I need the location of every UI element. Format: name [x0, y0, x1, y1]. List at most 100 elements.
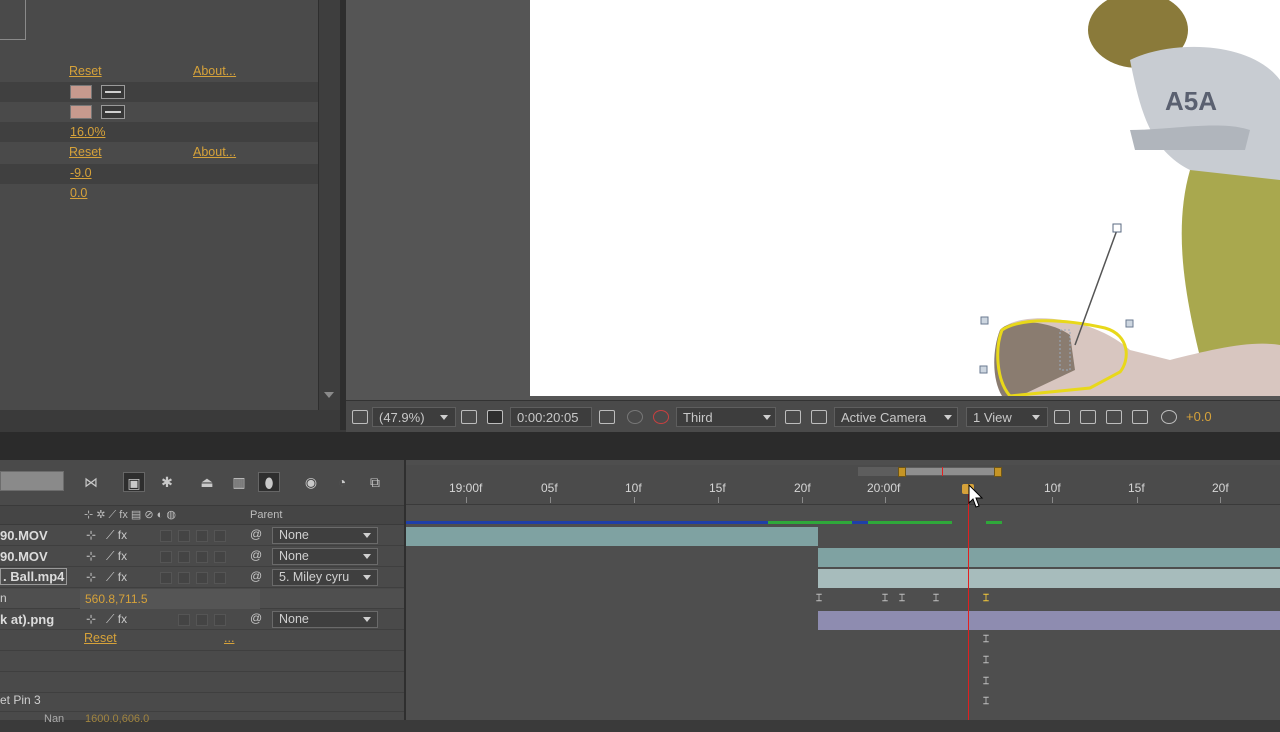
pin-handle-icon[interactable] [980, 316, 989, 325]
layer-duration-bar[interactable] [818, 569, 1280, 588]
switch-box[interactable] [214, 530, 226, 542]
panel-scrollbar[interactable] [318, 0, 340, 410]
pick-whip-icon[interactable]: @ [250, 548, 262, 562]
work-area-bar[interactable] [902, 468, 998, 475]
scroll-down-icon[interactable] [324, 392, 334, 398]
motion-blur-icon[interactable]: ▥ [228, 472, 250, 492]
pin-handle-icon[interactable] [979, 365, 988, 374]
graph-editor-icon[interactable]: ⧉ [364, 472, 386, 492]
graph-editor-toggle-icon[interactable]: ◔ [331, 472, 353, 492]
auto-keyframe-icon[interactable]: ◉ [300, 472, 322, 492]
title-safe-icon[interactable] [461, 410, 477, 424]
switch-box[interactable] [178, 572, 190, 584]
parent-dropdown[interactable]: None [272, 527, 378, 544]
timecode-field[interactable]: 0:00:20:05 [510, 407, 592, 427]
eyedropper-icon[interactable] [101, 85, 125, 99]
switch-box[interactable] [196, 530, 208, 542]
show-snapshot-icon[interactable] [627, 410, 643, 424]
snapshot-icon[interactable] [599, 410, 615, 424]
pick-whip-icon[interactable]: @ [250, 569, 262, 583]
switch-box[interactable] [214, 572, 226, 584]
resolution-dropdown[interactable]: Third [676, 407, 776, 427]
layer-row[interactable]: . Ball.mp4 ⊹ ⟋ fx @ 5. Miley cyru [0, 568, 404, 588]
switch-box[interactable] [214, 551, 226, 563]
timeline-icon[interactable] [1106, 410, 1122, 424]
work-area-end-handle[interactable] [994, 467, 1002, 477]
keyframe-icon[interactable]: ⌶ [982, 634, 990, 645]
reset-link[interactable]: Reset [84, 631, 117, 645]
switch-box[interactable] [196, 614, 208, 626]
camera-dropdown[interactable]: Active Camera [834, 407, 958, 427]
reset-exposure-icon[interactable] [1161, 410, 1177, 424]
layer-switches[interactable]: ⊹ ⟋ fx [86, 612, 127, 627]
layer-name[interactable]: k at).png [0, 612, 54, 627]
reset-link[interactable]: Reset [69, 64, 102, 78]
property-value[interactable]: 560.8,711.5 [85, 592, 148, 606]
pick-whip-icon[interactable]: @ [250, 611, 262, 625]
switch-box[interactable] [178, 614, 190, 626]
work-area-start-handle[interactable] [898, 467, 906, 477]
layer-name[interactable]: . Ball.mp4 [0, 568, 68, 585]
value-a[interactable]: -9.0 [70, 166, 92, 180]
color-swatch[interactable] [70, 85, 92, 99]
reset-link[interactable]: Reset [69, 145, 102, 159]
composition-canvas[interactable]: A5A [530, 0, 1280, 396]
timeline-search-input[interactable] [0, 471, 64, 491]
keyframe-icon[interactable]: ⌶ [881, 593, 889, 604]
switch-box[interactable] [196, 572, 208, 584]
mask-visibility-icon[interactable] [487, 410, 503, 424]
toggle-pixel-aspect-icon[interactable] [1054, 410, 1070, 424]
pick-whip-icon[interactable]: @ [250, 527, 262, 541]
layer-row[interactable]: k at).png ⊹ ⟋ fx @ None [0, 610, 404, 630]
always-preview-icon[interactable] [352, 410, 368, 424]
more-link[interactable]: ... [224, 631, 234, 645]
keyframe-icon[interactable]: ⌶ [898, 593, 906, 604]
time-ruler[interactable] [406, 465, 1280, 505]
switch-box[interactable] [214, 614, 226, 626]
keyframe-icon[interactable]: ⌶ [982, 655, 990, 666]
switch-box[interactable] [178, 551, 190, 563]
layer-duration-bar[interactable] [406, 527, 818, 546]
about-link[interactable]: About... [193, 64, 236, 78]
parent-dropdown[interactable]: None [272, 548, 378, 565]
layer-duration-bar[interactable] [818, 548, 1280, 567]
switch-box[interactable] [178, 530, 190, 542]
composition-mini-flowchart-icon[interactable]: ⋈ [80, 472, 102, 492]
flowchart-icon[interactable] [1132, 410, 1148, 424]
keyframe-icon[interactable]: ⌶ [815, 593, 823, 604]
puppet-pin-name[interactable]: et Pin 3 [0, 693, 41, 707]
layer-row[interactable]: 90.MOV ⊹ ⟋ fx @ None [0, 526, 404, 546]
hide-shy-icon[interactable]: ✱ [156, 472, 178, 492]
layer-switches[interactable]: ⊹ ⟋ fx [86, 528, 127, 543]
transparency-grid-icon[interactable] [811, 410, 827, 424]
puppet-pin-row[interactable]: et Pin 3 [0, 692, 404, 712]
keyframe-icon[interactable]: ⌶ [982, 676, 990, 687]
value-b[interactable]: 0.0 [70, 186, 87, 200]
keyframe-icon[interactable]: ⌶ [982, 696, 990, 707]
region-of-interest-icon[interactable] [785, 410, 801, 424]
current-time-indicator[interactable] [968, 490, 969, 720]
frame-blending-icon[interactable]: ⏏ [196, 472, 218, 492]
about-link[interactable]: About... [193, 145, 236, 159]
color-channels-icon[interactable] [653, 410, 669, 424]
layer-name[interactable]: 90.MOV [0, 549, 48, 564]
switch-box[interactable] [160, 551, 172, 563]
layer-switches[interactable]: ⊹ ⟋ fx [86, 570, 127, 585]
parent-dropdown[interactable]: None [272, 611, 378, 628]
color-swatch[interactable] [70, 105, 92, 119]
layer-name[interactable]: 90.MOV [0, 528, 48, 543]
layer-row[interactable]: 90.MOV ⊹ ⟋ fx @ None [0, 547, 404, 567]
pin-handle-icon[interactable] [1125, 319, 1134, 328]
switch-box[interactable] [160, 572, 172, 584]
layer-duration-bar[interactable] [818, 611, 1280, 630]
exposure-value[interactable]: +0.0 [1186, 407, 1212, 427]
brainstorm-icon[interactable]: ⬮ [258, 472, 280, 492]
switch-box[interactable] [160, 530, 172, 542]
keyframe-icon[interactable]: ⌶ [932, 593, 940, 604]
pin-handle-icon[interactable] [1112, 223, 1122, 233]
switch-box[interactable] [196, 551, 208, 563]
eyedropper-icon[interactable] [101, 105, 125, 119]
property-row[interactable]: n 560.8,711.5 [0, 589, 404, 609]
parent-dropdown[interactable]: 5. Miley cyru [272, 569, 378, 586]
percent-value[interactable]: 16.0% [70, 125, 105, 139]
